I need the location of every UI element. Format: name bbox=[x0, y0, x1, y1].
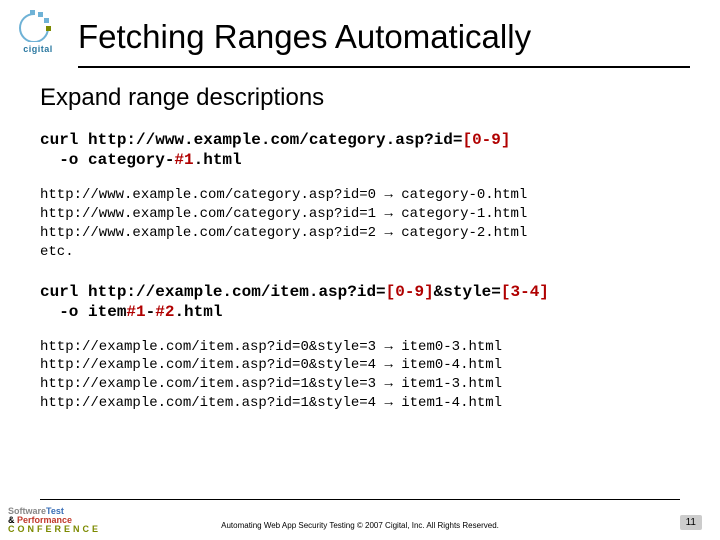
output-list-1: http://www.example.com/category.asp?id=0… bbox=[40, 186, 690, 262]
code1-line2a: -o category- bbox=[40, 151, 174, 169]
slide-title: Fetching Ranges Automatically bbox=[78, 18, 690, 56]
code2-prefix: curl http://example.com/item.asp?id= bbox=[40, 283, 386, 301]
code-block-2: curl http://example.com/item.asp?id=[0-9… bbox=[40, 282, 690, 322]
list2-l2: http://example.com/item.asp?id=0&style=4… bbox=[40, 356, 690, 375]
code2-r1: [0-9] bbox=[386, 283, 434, 301]
page-number: 11 bbox=[680, 515, 702, 530]
output-list-2: http://example.com/item.asp?id=0&style=3… bbox=[40, 338, 690, 414]
list2-l3: http://example.com/item.asp?id=1&style=3… bbox=[40, 375, 690, 394]
code2-h1: #1 bbox=[126, 303, 145, 321]
code-block-1: curl http://www.example.com/category.asp… bbox=[40, 130, 690, 170]
list1-l4: etc. bbox=[40, 243, 690, 262]
subtitle: Expand range descriptions bbox=[40, 84, 690, 112]
code1-range: [0-9] bbox=[462, 131, 510, 149]
brand-logo: cigital bbox=[14, 10, 62, 54]
list2-l4: http://example.com/item.asp?id=1&style=4… bbox=[40, 394, 690, 413]
list1-l1: http://www.example.com/category.asp?id=0… bbox=[40, 186, 690, 205]
code2-line2b: .html bbox=[174, 303, 222, 321]
code2-mid: &style= bbox=[434, 283, 501, 301]
list1-l3: http://www.example.com/category.asp?id=2… bbox=[40, 224, 690, 243]
slide-content: Expand range descriptions curl http://ww… bbox=[40, 84, 690, 413]
footer-divider bbox=[40, 499, 680, 500]
footer-text: Automating Web App Security Testing © 20… bbox=[0, 521, 720, 530]
list1-l2: http://www.example.com/category.asp?id=1… bbox=[40, 205, 690, 224]
code1-prefix: curl http://www.example.com/category.asp… bbox=[40, 131, 462, 149]
code2-dash: - bbox=[146, 303, 156, 321]
code2-r2: [3-4] bbox=[501, 283, 549, 301]
code1-line2b: .html bbox=[194, 151, 242, 169]
code1-hash: #1 bbox=[174, 151, 193, 169]
brand-name: cigital bbox=[14, 44, 62, 54]
list2-l1: http://example.com/item.asp?id=0&style=3… bbox=[40, 338, 690, 357]
title-underline bbox=[78, 66, 690, 68]
code2-line2a: -o item bbox=[40, 303, 126, 321]
code2-h2: #2 bbox=[155, 303, 174, 321]
